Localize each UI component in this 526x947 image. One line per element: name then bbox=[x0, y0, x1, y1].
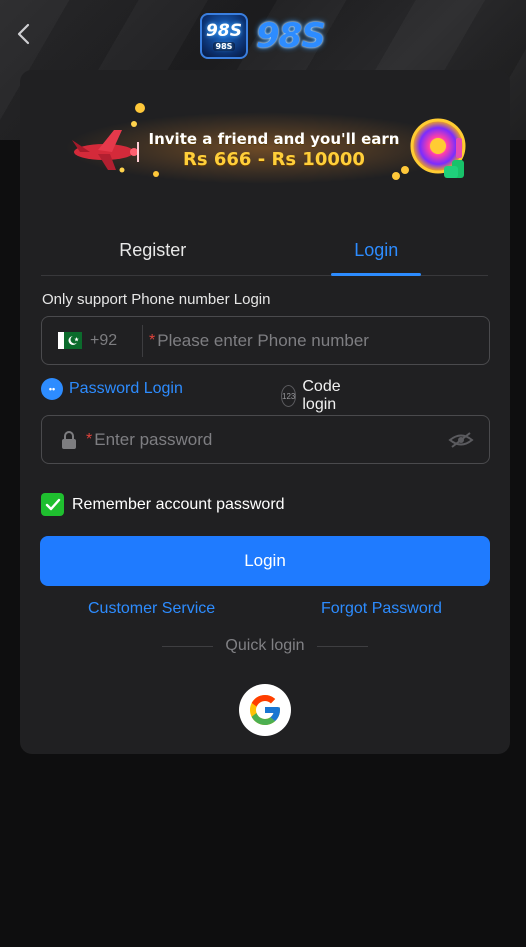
password-input[interactable]: Enter password bbox=[94, 430, 447, 450]
code-123-icon: 123 bbox=[281, 385, 297, 407]
logo-badge: 98S 98S bbox=[200, 13, 248, 59]
pakistan-flag-icon bbox=[58, 332, 82, 349]
tab-login[interactable]: Login bbox=[265, 226, 489, 275]
app-logo: 98S 98S 98S bbox=[200, 12, 326, 60]
back-button[interactable] bbox=[10, 20, 38, 48]
code-login-option[interactable]: 123 Code login bbox=[281, 378, 341, 414]
required-mark: * bbox=[149, 331, 156, 349]
banner-text: Invite a friend and you'll earn Rs 666 -… bbox=[144, 130, 404, 170]
banner-reward: Rs 666 - Rs 10000 bbox=[183, 149, 365, 170]
phone-input[interactable]: Please enter Phone number bbox=[157, 331, 369, 351]
google-icon bbox=[250, 695, 280, 725]
banner-headline: Invite a friend and you'll earn bbox=[148, 130, 400, 148]
invite-banner[interactable]: Invite a friend and you'll earn Rs 666 -… bbox=[60, 100, 470, 190]
chevron-left-icon bbox=[17, 23, 30, 45]
lock-icon bbox=[58, 429, 80, 451]
field-divider bbox=[142, 324, 143, 357]
login-button[interactable]: Login bbox=[40, 536, 490, 586]
required-mark: * bbox=[86, 430, 93, 448]
password-login-label: Password Login bbox=[69, 380, 183, 397]
quick-login-label: Quick login bbox=[225, 637, 305, 654]
password-dots-icon: •• bbox=[41, 378, 63, 400]
remember-password[interactable]: Remember account password bbox=[41, 493, 285, 516]
check-icon bbox=[45, 498, 60, 510]
auth-tabs: Register Login bbox=[41, 226, 488, 276]
password-field[interactable]: * Enter password bbox=[41, 415, 490, 464]
quick-login-divider: Quick login bbox=[162, 637, 368, 655]
login-card: Invite a friend and you'll earn Rs 666 -… bbox=[20, 70, 510, 754]
password-login-option[interactable]: •• Password Login bbox=[41, 378, 183, 400]
login-mode-selector: •• Password Login 123 Code login bbox=[41, 378, 490, 413]
country-code[interactable]: +92 bbox=[90, 332, 134, 350]
google-login-button[interactable] bbox=[239, 684, 291, 736]
logo-wordmark: 98S bbox=[256, 16, 326, 56]
remember-label: Remember account password bbox=[72, 495, 285, 513]
forgot-password-link[interactable]: Forgot Password bbox=[321, 600, 442, 618]
support-notice: Only support Phone number Login bbox=[42, 291, 271, 308]
tab-register[interactable]: Register bbox=[41, 226, 265, 275]
customer-service-link[interactable]: Customer Service bbox=[88, 600, 215, 618]
remember-checkbox[interactable] bbox=[41, 493, 64, 516]
code-login-label: Code login bbox=[302, 378, 341, 413]
phone-field[interactable]: +92 * Please enter Phone number bbox=[41, 316, 490, 365]
eye-off-icon[interactable] bbox=[447, 429, 475, 451]
